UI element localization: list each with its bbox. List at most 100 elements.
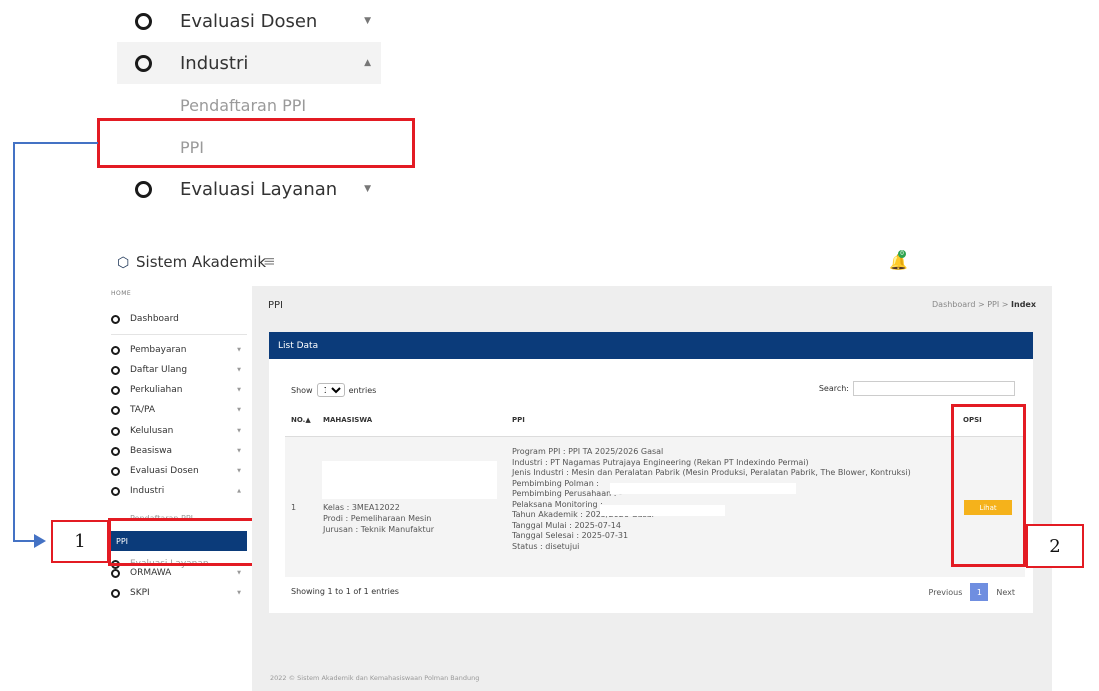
sidebar-section-home: HOME bbox=[111, 290, 132, 297]
redacted-student-name bbox=[322, 461, 497, 499]
zoom-menu-label: Evaluasi Layanan bbox=[180, 178, 338, 200]
circle-icon bbox=[135, 180, 152, 198]
sidebar-item-ta-pa[interactable]: TA/PA ▼ bbox=[111, 401, 247, 419]
pagination-next[interactable]: Next bbox=[996, 588, 1015, 597]
breadcrumb-index: Index bbox=[1011, 300, 1036, 309]
zoom-menu-item-evaluasi-layanan[interactable]: Evaluasi Layanan ▼ bbox=[117, 168, 381, 210]
hamburger-icon[interactable]: ≡ bbox=[263, 252, 276, 270]
breadcrumb-separator: > bbox=[1001, 300, 1009, 309]
chevron-up-icon: ▲ bbox=[237, 488, 241, 494]
pagination-page-1[interactable]: 1 bbox=[970, 583, 989, 601]
ppi-tanggal-selesai: Tanggal Selesai : 2025-07-31 bbox=[512, 531, 629, 540]
breadcrumb: Dashboard > PPI > Index bbox=[932, 300, 1036, 309]
callout-1: 1 bbox=[51, 520, 109, 563]
circle-icon bbox=[135, 12, 152, 30]
notification-badge: 0 bbox=[898, 250, 906, 258]
showing-entries-info: Showing 1 to 1 of 1 entries bbox=[291, 587, 399, 596]
chevron-down-icon: ▼ bbox=[237, 407, 241, 413]
column-header-ppi[interactable]: PPI bbox=[512, 416, 525, 424]
logo-icon: ⬡ bbox=[117, 255, 130, 271]
breadcrumb-ppi[interactable]: PPI bbox=[987, 300, 999, 309]
sidebar-item-daftar-ulang[interactable]: Daftar Ulang ▼ bbox=[111, 361, 247, 379]
main-content: PPI Dashboard > PPI > Index List Data Sh… bbox=[252, 286, 1052, 691]
pagination: Previous 1 Next bbox=[929, 583, 1015, 601]
circle-icon bbox=[111, 486, 120, 496]
row-number: 1 bbox=[291, 503, 297, 512]
chevron-up-icon: ▲ bbox=[364, 58, 371, 68]
chevron-down-icon: ▼ bbox=[237, 347, 241, 353]
chevron-down-icon: ▼ bbox=[364, 184, 371, 194]
highlight-sidebar-ppi bbox=[108, 518, 258, 566]
list-data-card: List Data Show 10 entries Search: NO.▲ M… bbox=[269, 332, 1033, 613]
search-input[interactable] bbox=[853, 381, 1015, 396]
circle-icon bbox=[111, 314, 120, 324]
connector-line bbox=[13, 142, 98, 144]
circle-icon bbox=[111, 345, 120, 355]
chevron-down-icon: ▼ bbox=[237, 367, 241, 373]
header-label: NO. bbox=[291, 416, 306, 424]
search-box: Search: bbox=[819, 381, 1015, 396]
mhs-jurusan: Jurusan : Teknik Manufaktur bbox=[323, 525, 435, 534]
zoomed-sidebar-menu: Evaluasi Dosen ▼ Industri ▲ Pendaftaran … bbox=[117, 0, 381, 210]
sidebar-item-label: Dashboard bbox=[130, 314, 179, 324]
search-label: Search: bbox=[818, 384, 849, 393]
arrow-right-icon bbox=[34, 534, 46, 548]
show-entries: Show 10 entries bbox=[291, 383, 376, 397]
connector-line bbox=[13, 142, 15, 542]
breadcrumb-dashboard[interactable]: Dashboard bbox=[932, 300, 975, 309]
chevron-down-icon: ▼ bbox=[237, 428, 241, 434]
redacted-pelaksana-monitoring bbox=[600, 505, 725, 516]
sidebar-item-label: Perkuliahan bbox=[130, 385, 183, 395]
sort-asc-icon: ▲ bbox=[305, 416, 311, 424]
sidebar-item-label: TA/PA bbox=[130, 405, 155, 415]
card-header: List Data bbox=[269, 332, 1033, 359]
circle-icon bbox=[111, 365, 120, 375]
sidebar-item-kelulusan[interactable]: Kelulusan ▼ bbox=[111, 422, 247, 440]
sidebar-item-industri[interactable]: Industri ▲ bbox=[111, 482, 247, 500]
mhs-kelas: Kelas : 3MEA12022 bbox=[323, 503, 400, 512]
footer-copyright: 2022 © Sistem Akademik dan Kemahasiswaan… bbox=[270, 674, 480, 682]
entries-select[interactable]: 10 bbox=[316, 383, 345, 397]
zoom-menu-item-industri[interactable]: Industri ▲ bbox=[117, 42, 381, 84]
column-header-mahasiswa[interactable]: MAHASISWA bbox=[323, 416, 372, 424]
sidebar-item-label: Beasiswa bbox=[130, 446, 172, 456]
zoom-menu-item-evaluasi-dosen[interactable]: Evaluasi Dosen ▼ bbox=[117, 0, 381, 42]
sidebar-item-label: SKPI bbox=[130, 588, 150, 598]
chevron-down-icon: ▼ bbox=[237, 590, 241, 596]
entries-label: entries bbox=[348, 385, 377, 395]
ppi-cell: Program PPI : PPI TA 2025/2026 Gasal Ind… bbox=[512, 447, 911, 552]
circle-icon bbox=[111, 385, 120, 395]
sidebar-item-beasiswa[interactable]: Beasiswa ▼ bbox=[111, 442, 247, 460]
ppi-tanggal-mulai: Tanggal Mulai : 2025-07-14 bbox=[512, 520, 621, 530]
pagination-previous[interactable]: Previous bbox=[929, 588, 963, 597]
sidebar-item-label: Industri bbox=[130, 486, 165, 496]
sidebar-item-label: Kelulusan bbox=[130, 426, 174, 436]
highlight-opsi-column bbox=[951, 404, 1026, 567]
sidebar-item-evaluasi-dosen[interactable]: Evaluasi Dosen ▼ bbox=[111, 462, 247, 480]
zoom-menu-label: Industri bbox=[180, 52, 249, 74]
ppi-status: Status : disetujui bbox=[512, 541, 580, 551]
chevron-down-icon: ▼ bbox=[364, 16, 371, 26]
mhs-prodi: Prodi : Pemeliharaan Mesin bbox=[323, 514, 432, 523]
sidebar-item-dashboard[interactable]: Dashboard bbox=[111, 310, 247, 328]
zoom-menu-label: Pendaftaran PPI bbox=[180, 95, 307, 115]
redacted-pembimbing-polman bbox=[610, 483, 796, 494]
column-header-no[interactable]: NO.▲ bbox=[291, 416, 311, 424]
sidebar-item-label: Evaluasi Dosen bbox=[130, 466, 199, 476]
sidebar-item-skpi[interactable]: SKPI ▼ bbox=[111, 584, 247, 602]
sidebar-item-pembayaran[interactable]: Pembayaran ▼ bbox=[111, 341, 247, 359]
circle-icon bbox=[111, 426, 120, 436]
app-header: ⬡ Sistem Akademik ≡ 🔔 0 bbox=[100, 245, 1060, 285]
sidebar-item-perkuliahan[interactable]: Perkuliahan ▼ bbox=[111, 381, 247, 399]
app-title: Sistem Akademik bbox=[136, 253, 267, 271]
chevron-down-icon: ▼ bbox=[237, 387, 241, 393]
mahasiswa-cell: Kelas : 3MEA12022 Prodi : Pemeliharaan M… bbox=[323, 502, 434, 535]
chevron-down-icon: ▼ bbox=[237, 448, 241, 454]
ppi-industri: Industri : PT Nagamas Putrajaya Engineer… bbox=[512, 457, 809, 467]
sidebar-item-label: Pembayaran bbox=[130, 345, 187, 355]
sidebar: HOME Dashboard Pembayaran ▼ Daftar Ulang… bbox=[100, 286, 251, 691]
zoom-menu-label: Evaluasi Dosen bbox=[180, 10, 318, 32]
ppi-jenis-industri: Jenis Industri : Mesin dan Peralatan Pab… bbox=[512, 468, 911, 477]
callout-2: 2 bbox=[1026, 524, 1084, 568]
circle-icon bbox=[111, 405, 120, 415]
